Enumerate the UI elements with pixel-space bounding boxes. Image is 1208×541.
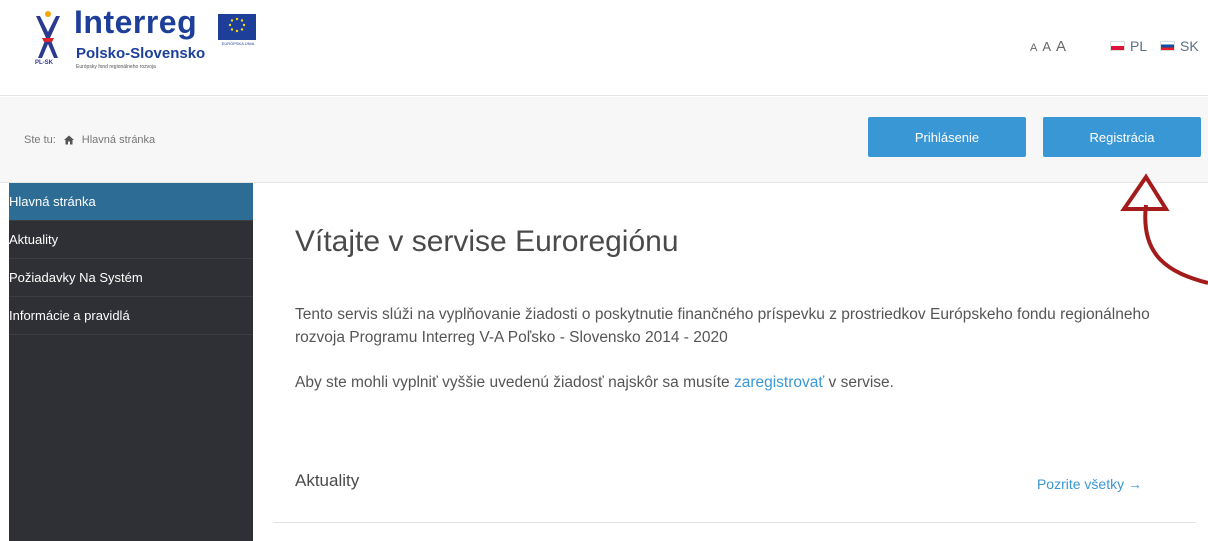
interreg-logo[interactable]: PL-SK Interreg EURÓPSKA ÚNIA Polsko-Slov… (28, 4, 268, 92)
lang-pl-link[interactable]: PL (1110, 38, 1147, 54)
sidebar-nav: Hlavná stránka Aktuality Požiadavky Na S… (9, 183, 253, 541)
font-size-large[interactable]: A (1056, 38, 1066, 55)
news-divider (273, 522, 1196, 523)
annotation-arrow-icon (1120, 173, 1208, 285)
register-text-suffix: v servise. (828, 374, 894, 391)
sidebar-item-label: Hlavná stránka (9, 194, 96, 209)
lang-sk-label: SK (1180, 38, 1199, 54)
sidebar-item-news[interactable]: Aktuality (9, 221, 253, 259)
sidebar-item-label: Informácie a pravidlá (9, 308, 130, 323)
font-size-medium[interactable]: A (1042, 39, 1051, 54)
register-button[interactable]: Registrácia (1043, 117, 1201, 157)
eu-flag-icon (218, 14, 256, 40)
flag-pl-icon (1110, 41, 1125, 51)
sidebar-item-home[interactable]: Hlavná stránka (9, 183, 253, 221)
logo-name: Interreg (74, 4, 198, 40)
home-icon (63, 135, 74, 145)
see-all-news-link[interactable]: Pozrite všetky → (1037, 476, 1142, 492)
breadcrumb-home-link[interactable]: Hlavná stránka (82, 134, 155, 146)
logo-tagline: Európsky fond regionálneho rozvoja (76, 64, 156, 70)
sidebar-item-info[interactable]: Informácie a pravidlá (9, 297, 253, 335)
breadcrumb-prefix: Ste tu: (24, 134, 56, 146)
site-header: PL-SK Interreg EURÓPSKA ÚNIA Polsko-Slov… (0, 0, 1208, 96)
breadcrumb: Ste tu: Hlavná stránka (24, 134, 155, 146)
sidebar-item-label: Aktuality (9, 232, 59, 247)
register-link[interactable]: zaregistrovať (734, 374, 824, 391)
lang-sk-link[interactable]: SK (1160, 38, 1199, 54)
sidebar-item-requirements[interactable]: Požiadavky Na Systém (9, 259, 253, 297)
news-section-title: Aktuality (295, 471, 360, 490)
page-title: Vítajte v servise Euroregiónu (295, 225, 679, 258)
flag-sk-icon (1160, 41, 1175, 51)
logo-badge: PL-SK (35, 60, 53, 66)
intro-text: Tento servis slúži na vyplňovanie žiados… (295, 306, 1150, 346)
login-button[interactable]: Prihlásenie (868, 117, 1026, 157)
font-size-small[interactable]: A (1030, 42, 1037, 54)
sidebar-item-label: Požiadavky Na Systém (9, 270, 143, 285)
breadcrumb-bar: Ste tu: Hlavná stránka Prihlásenie Regis… (0, 97, 1208, 183)
register-text-prefix: Aby ste mohli vyplniť vyššie uvedenú žia… (295, 374, 730, 391)
interreg-emblem-icon (36, 11, 60, 58)
lang-pl-label: PL (1130, 38, 1148, 54)
eu-label: EURÓPSKA ÚNIA (221, 41, 255, 46)
logo-subtitle: Polsko-Slovensko (76, 45, 206, 62)
register-text: Aby ste mohli vyplniť vyššie uvedenú žia… (295, 374, 1175, 392)
font-size-switcher: A A A (1030, 38, 1066, 55)
